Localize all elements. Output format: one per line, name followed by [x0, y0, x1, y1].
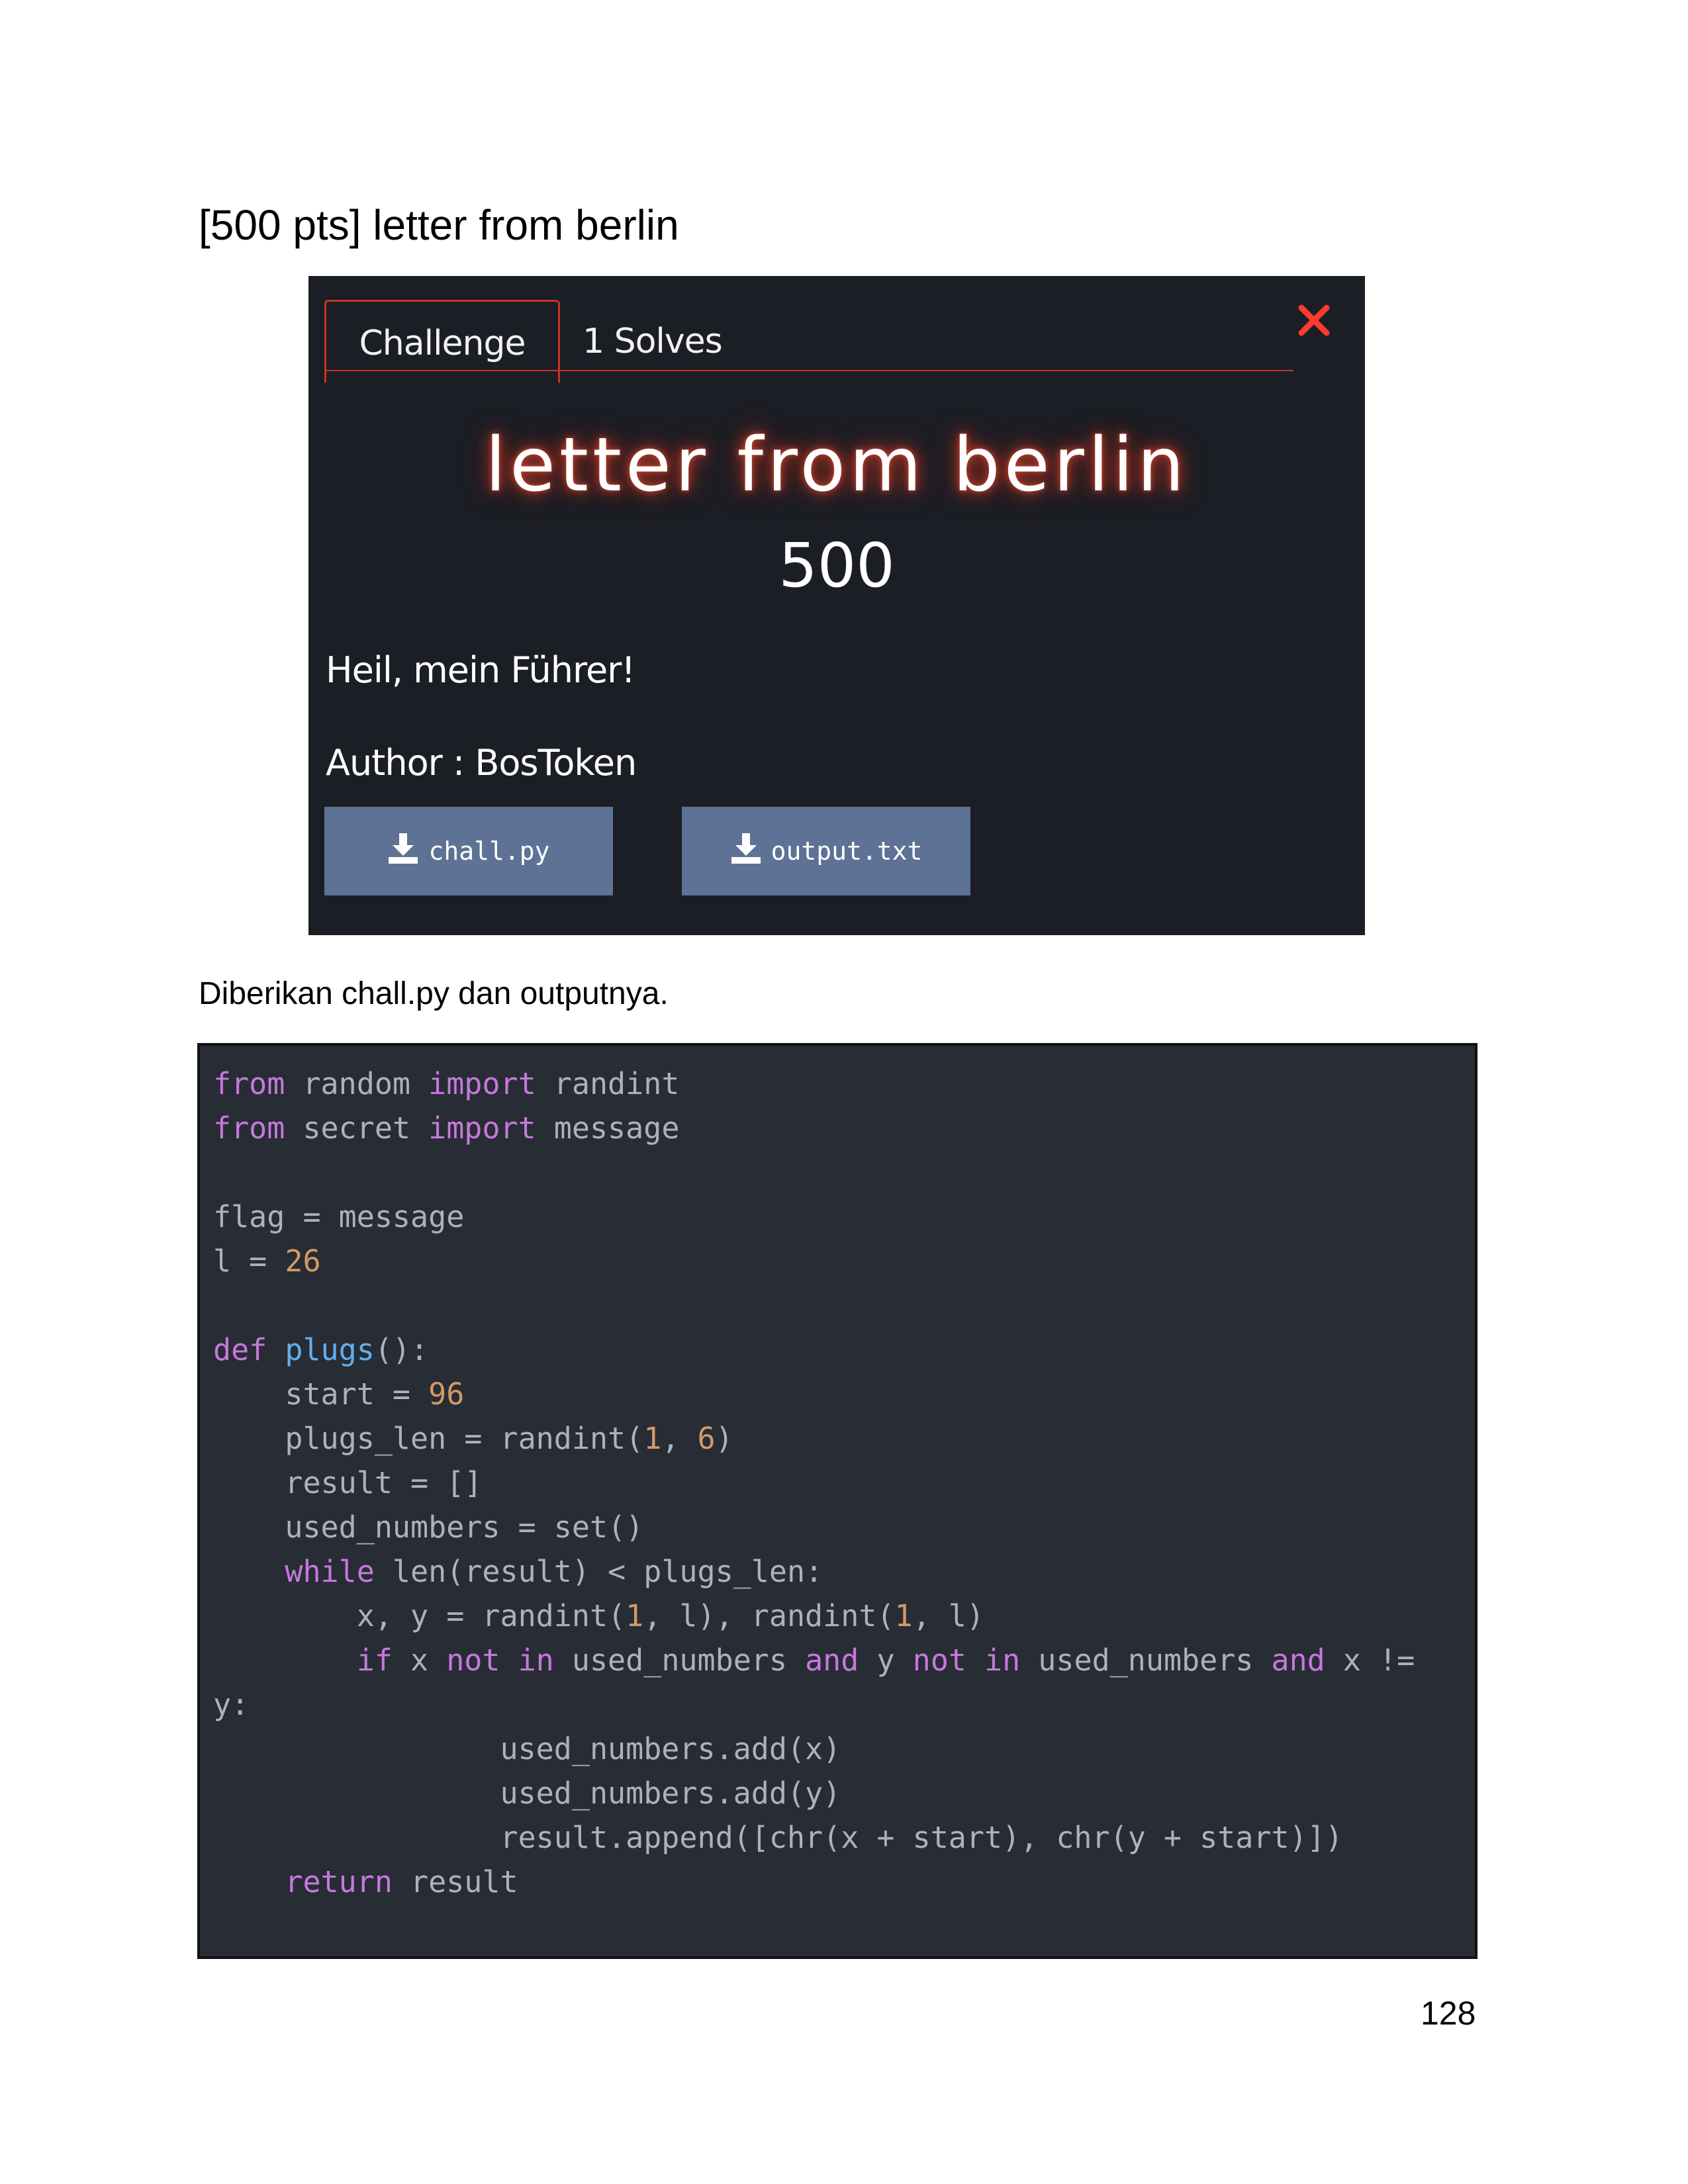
close-icon[interactable]	[1296, 302, 1332, 338]
code-block: from random import randint from secret im…	[197, 1043, 1477, 1959]
challenge-author: Author : BosToken	[326, 742, 637, 784]
code-line: def plugs():	[213, 1332, 429, 1367]
challenge-title: letter from berlin	[485, 422, 1188, 508]
code-line: l = 26	[213, 1244, 321, 1279]
download-icon	[387, 832, 419, 871]
code-line: result = []	[213, 1465, 483, 1500]
code-line: while len(result) < plugs_len:	[285, 1554, 823, 1589]
challenge-description: Heil, mein Führer!	[326, 649, 635, 691]
file-name: chall.py	[428, 837, 550, 866]
section-heading: [500 pts] letter from berlin	[199, 201, 679, 249]
tab-solves[interactable]: 1 Solves	[583, 300, 735, 383]
code-line: return result	[285, 1864, 518, 1899]
challenge-points: 500	[778, 530, 895, 601]
code-line: if x not in used_numbers and y not in us…	[356, 1643, 1415, 1678]
code-line: from secret import message	[213, 1111, 680, 1146]
download-icon	[730, 832, 762, 871]
code-line: result.append([chr(x + start), chr(y + s…	[213, 1820, 1343, 1855]
code-line: used_numbers = set()	[213, 1510, 644, 1545]
code-line: y:	[213, 1687, 250, 1722]
challenge-modal: Challenge 1 Solves letter from berlin 50…	[308, 276, 1365, 935]
code-line: used_numbers.add(x)	[213, 1731, 841, 1766]
code-line: used_numbers.add(y)	[213, 1776, 841, 1811]
code-line: x, y = randint(1, l), randint(1, l)	[213, 1598, 984, 1633]
file-name: output.txt	[771, 837, 923, 866]
tab-challenge[interactable]: Challenge	[324, 300, 560, 383]
code-line: start = 96	[213, 1377, 465, 1412]
page-number: 128	[1421, 1995, 1476, 2032]
download-chall-py-button[interactable]: chall.py	[324, 807, 613, 895]
code-line: plugs_len = randint(1, 6)	[213, 1421, 733, 1456]
code-line: flag = message	[213, 1199, 465, 1234]
download-output-txt-button[interactable]: output.txt	[682, 807, 970, 895]
body-paragraph: Diberikan chall.py dan outputnya.	[199, 976, 669, 1011]
code-line: from random import randint	[213, 1066, 680, 1101]
modal-tabs: Challenge 1 Solves	[324, 288, 1293, 383]
